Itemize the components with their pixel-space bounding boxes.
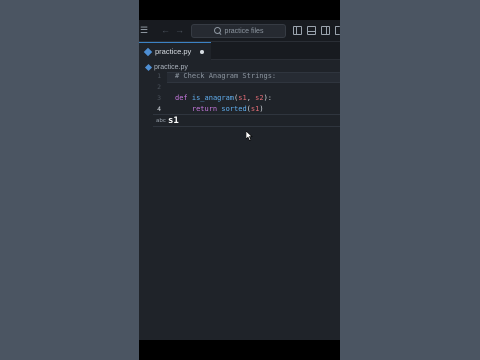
code-editor-window: ☰ ← → practice files practice.py practic… <box>139 20 340 340</box>
code-line[interactable]: 1 # Check Anagram Strings: <box>139 71 340 82</box>
code-line[interactable]: 2 <box>139 82 340 93</box>
code-line[interactable]: 3 def is_anagram(s1, s2): <box>139 93 340 104</box>
tab-bar: practice.py <box>139 42 340 60</box>
python-file-icon <box>143 47 153 56</box>
toggle-secondary-sidebar-icon[interactable] <box>321 26 330 35</box>
forward-arrow-icon[interactable]: → <box>175 25 184 35</box>
suggestion-label: s1 <box>168 115 179 126</box>
title-bar: ☰ ← → practice files <box>139 20 340 42</box>
toggle-panel-icon[interactable] <box>307 26 316 35</box>
layout-controls <box>293 26 340 35</box>
command-search-input[interactable]: practice files <box>191 24 286 38</box>
search-placeholder: practice files <box>224 27 264 35</box>
code-text: # Check Anagram Strings: <box>175 72 277 80</box>
unsaved-dot-icon[interactable] <box>200 49 205 54</box>
search-icon <box>213 27 222 35</box>
customize-layout-icon[interactable] <box>335 26 340 35</box>
breadcrumb-file[interactable]: practice.py <box>154 64 188 71</box>
video-frame: ☰ ← → practice files practice.py practic… <box>0 0 480 360</box>
toggle-sidebar-icon[interactable] <box>293 26 302 35</box>
back-arrow-icon[interactable]: ← <box>161 25 170 35</box>
tab-label: practice.py <box>155 47 192 56</box>
autocomplete-suggestion[interactable]: abc s1 <box>153 114 340 127</box>
python-file-icon <box>144 63 153 71</box>
menu-icon[interactable]: ☰ <box>140 25 148 35</box>
line-number: 1 <box>157 72 161 80</box>
line-number: 3 <box>157 94 161 102</box>
code-text: def is_anagram(s1, s2): <box>175 94 272 102</box>
letterbox-top <box>139 0 340 20</box>
text-suggestion-icon: abc <box>156 117 166 124</box>
letterbox-bottom <box>139 340 340 360</box>
line-number: 2 <box>157 83 161 91</box>
tab-practice-py[interactable]: practice.py <box>139 42 211 60</box>
